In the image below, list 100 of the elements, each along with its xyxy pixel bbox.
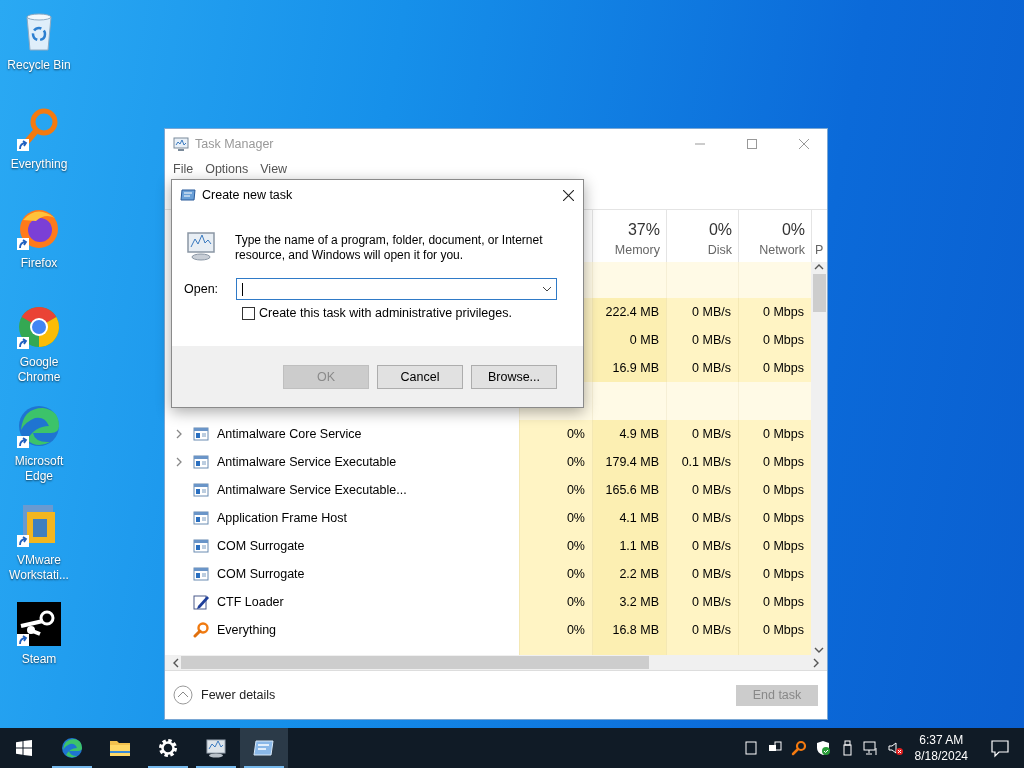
chevron-up-icon[interactable] [814, 262, 824, 272]
fewer-details-link[interactable]: Fewer details [201, 688, 276, 702]
steam-icon [15, 600, 63, 648]
dialog-button[interactable]: Browse... [471, 364, 557, 389]
maximize-icon[interactable] [747, 138, 757, 149]
window-icon [193, 510, 209, 526]
taskbar-button[interactable] [240, 728, 288, 768]
menu-item[interactable]: File [167, 162, 200, 176]
chevron-right-icon[interactable] [811, 657, 821, 668]
close-icon[interactable] [562, 189, 574, 201]
table-cell: 0 Mbps [738, 298, 811, 326]
scroll-thumb[interactable] [812, 274, 826, 312]
window-icon [193, 482, 209, 498]
table-cell: 0 MB/s [666, 616, 738, 644]
table-cell: 0% [519, 588, 592, 616]
notification-icon[interactable] [990, 738, 1010, 758]
process-name[interactable]: Antimalware Core Service [217, 427, 362, 441]
table-cell: 16.9 MB [592, 354, 666, 382]
process-name[interactable]: Antimalware Service Executable... [217, 483, 407, 497]
window-icon [193, 454, 209, 470]
column-percent: 0% [781, 221, 805, 239]
table-cell: 0 Mbps [738, 448, 811, 476]
process-name[interactable]: Application Frame Host [217, 511, 347, 525]
table-cell: 0 MB/s [666, 588, 738, 616]
chevron-down-icon[interactable] [814, 645, 824, 655]
process-name[interactable]: Antimalware Service Executable [217, 455, 397, 469]
table-cell: 0 MB/s [666, 476, 738, 504]
column-header[interactable]: Disk [707, 243, 732, 257]
table-cell: 0% [519, 504, 592, 532]
window-icon [193, 538, 209, 554]
table-cell: 4.1 MB [592, 504, 666, 532]
process-name[interactable]: COM Surrogate [217, 567, 305, 581]
process-name[interactable]: COM Surrogate [217, 539, 305, 553]
table-cell: 0% [519, 448, 592, 476]
wave-icon [60, 736, 84, 760]
table-cell: 0 MB [592, 326, 666, 354]
dialog-message: Type the name of a program, folder, document, or Internet resource, and Windows will open it for you. [235, 232, 544, 263]
table-cell: 0 Mbps [738, 326, 811, 354]
table-cell: 1.1 MB [592, 532, 666, 560]
settings-icon [156, 736, 180, 760]
window-title: Task Manager [195, 136, 275, 151]
table-cell: 0% [519, 560, 592, 588]
window-icon [193, 566, 209, 582]
process-name[interactable]: CTF Loader [217, 595, 284, 609]
tablet-icon[interactable] [742, 740, 759, 756]
menu-item[interactable]: View [254, 162, 294, 176]
table-cell: 16.8 MB [592, 616, 666, 644]
checkbox-label: Create this task with administrative privileges. [259, 306, 512, 320]
clock[interactable]: 6:37 AM 8/18/2024 [906, 728, 976, 768]
monitor-icon [204, 736, 228, 760]
table-cell: 222.4 MB [592, 298, 666, 326]
table-cell: 0 MB/s [666, 504, 738, 532]
chevron-left-icon[interactable] [171, 657, 181, 668]
table-cell: 0 MB/s [666, 420, 738, 448]
magnifier-icon[interactable] [790, 740, 807, 756]
checkbox[interactable] [242, 306, 255, 320]
table-cell: 165.6 MB [592, 476, 666, 504]
table-cell: 0 Mbps [738, 420, 811, 448]
table-cell: 0% [519, 532, 592, 560]
column-percent: 0% [708, 221, 732, 239]
magnifier-icon [193, 622, 209, 638]
table-cell: 0 Mbps [738, 560, 811, 588]
chevron-down-icon[interactable] [542, 286, 553, 292]
table-cell: 179.4 MB [592, 448, 666, 476]
pen-icon [193, 594, 209, 610]
menu-item[interactable]: Options [199, 162, 255, 176]
table-cell: 0 Mbps [738, 354, 811, 382]
table-cell: 0% [519, 616, 592, 644]
table-cell: 0 MB/s [666, 298, 738, 326]
open-combo-field[interactable] [236, 278, 558, 300]
window-icon [193, 426, 209, 442]
table-cell: 0 MB/s [666, 354, 738, 382]
column-header[interactable]: Network [759, 243, 805, 257]
table-cell: 0 MB/s [666, 560, 738, 588]
table-cell: 0 Mbps [738, 588, 811, 616]
table-cell: 0 MB/s [666, 326, 738, 354]
dialog-button[interactable]: Cancel [377, 364, 463, 389]
scrollbar[interactable] [165, 655, 827, 670]
monitor-chart-icon [185, 230, 217, 262]
table-cell: 2.2 MB [592, 560, 666, 588]
table-cell: 0 Mbps [738, 476, 811, 504]
scroll-thumb[interactable] [181, 656, 649, 669]
dialog-title: Create new task [202, 188, 294, 202]
network-icon[interactable] [862, 740, 879, 756]
process-name[interactable]: Everything [217, 623, 277, 637]
scrollbar[interactable] [811, 262, 827, 655]
shield-icon[interactable] [814, 740, 831, 756]
table-cell: 0 MB/s [666, 532, 738, 560]
windows-logo-icon [16, 740, 32, 756]
column-header[interactable]: P [815, 243, 824, 257]
table-cell: 0 Mbps [738, 504, 811, 532]
column-percent: 37% [627, 221, 660, 239]
table-cell: 0 Mbps [738, 532, 811, 560]
run-window-icon [180, 188, 196, 202]
table-cell: 0% [519, 476, 592, 504]
table-cell: 0.1 MB/s [666, 448, 738, 476]
column-header[interactable]: Memory [614, 243, 660, 257]
table-cell: 0% [519, 420, 592, 448]
speaker-muted-icon[interactable] [886, 740, 903, 756]
chevron-circle-up-icon[interactable] [173, 685, 193, 705]
